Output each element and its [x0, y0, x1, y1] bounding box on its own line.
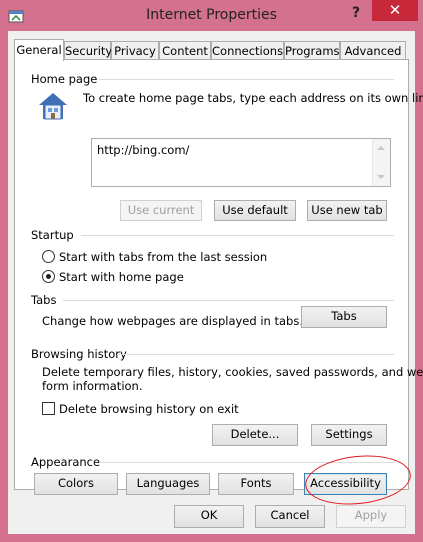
use-default-button[interactable]: Use default: [214, 200, 296, 221]
browsing-history-divider: [117, 354, 394, 355]
scroll-up-icon[interactable]: [377, 146, 385, 150]
tab-programs[interactable]: Programs: [284, 41, 340, 59]
appearance-divider: [99, 462, 394, 463]
appearance-group-label: Appearance: [31, 455, 101, 469]
history-description-line2: form information.: [42, 379, 143, 393]
internet-properties-window: Internet Properties ? ✕ General Security…: [0, 0, 423, 542]
home-page-group-label: Home page: [31, 72, 98, 86]
tabs-button[interactable]: Tabs: [301, 306, 387, 328]
close-button[interactable]: ✕: [372, 0, 418, 21]
delete-button[interactable]: Delete...: [212, 424, 298, 446]
tab-connections[interactable]: Connections: [211, 41, 284, 59]
startup-divider: [81, 235, 394, 236]
settings-button[interactable]: Settings: [311, 424, 387, 446]
general-tab-panel: Home page To create home page tabs, type…: [14, 59, 423, 510]
languages-button[interactable]: Languages: [126, 473, 210, 495]
start-with-home-label[interactable]: Start with home page: [59, 270, 184, 284]
apply-button[interactable]: Apply: [336, 505, 406, 528]
radio-start-with-home[interactable]: [42, 270, 55, 283]
tab-security[interactable]: Security: [64, 41, 112, 59]
tabs-group-label: Tabs: [31, 293, 57, 307]
tab-content[interactable]: Content: [159, 41, 211, 59]
use-current-button[interactable]: Use current: [120, 200, 202, 221]
url-scrollbar[interactable]: [372, 139, 390, 186]
delete-on-exit-label[interactable]: Delete browsing history on exit: [59, 402, 239, 416]
home-page-url-value: http://bing.com/: [97, 143, 190, 157]
accessibility-button[interactable]: Accessibility: [304, 473, 387, 495]
browsing-history-group-label: Browsing history: [31, 347, 127, 361]
delete-on-exit-checkbox[interactable]: [42, 402, 55, 415]
startup-group-label: Startup: [31, 228, 74, 242]
home-icon: [39, 93, 67, 120]
use-new-tab-button[interactable]: Use new tab: [307, 200, 387, 221]
tab-advanced[interactable]: Advanced: [340, 41, 406, 59]
colors-button[interactable]: Colors: [34, 473, 118, 495]
tab-privacy[interactable]: Privacy: [111, 41, 159, 59]
cancel-button[interactable]: Cancel: [255, 505, 325, 528]
home-page-divider: [99, 79, 394, 80]
start-with-tabs-label[interactable]: Start with tabs from the last session: [59, 250, 267, 264]
ok-button[interactable]: OK: [174, 505, 244, 528]
tabs-description: Change how webpages are displayed in tab…: [42, 314, 303, 328]
history-description-line1: Delete temporary files, history, cookies…: [42, 365, 423, 379]
fonts-button[interactable]: Fonts: [218, 473, 294, 495]
title-bar[interactable]: Internet Properties ? ✕: [0, 0, 423, 31]
help-button[interactable]: ?: [341, 2, 371, 24]
radio-start-with-tabs[interactable]: [42, 250, 55, 263]
scroll-down-icon[interactable]: [377, 175, 385, 179]
dialog-client-area: General Security Privacy Content Connect…: [8, 31, 423, 534]
tabs-divider: [63, 300, 394, 301]
tab-general[interactable]: General: [14, 39, 64, 61]
home-page-url-input[interactable]: http://bing.com/: [91, 138, 391, 187]
home-page-instruction: To create home page tabs, type each addr…: [83, 91, 423, 105]
